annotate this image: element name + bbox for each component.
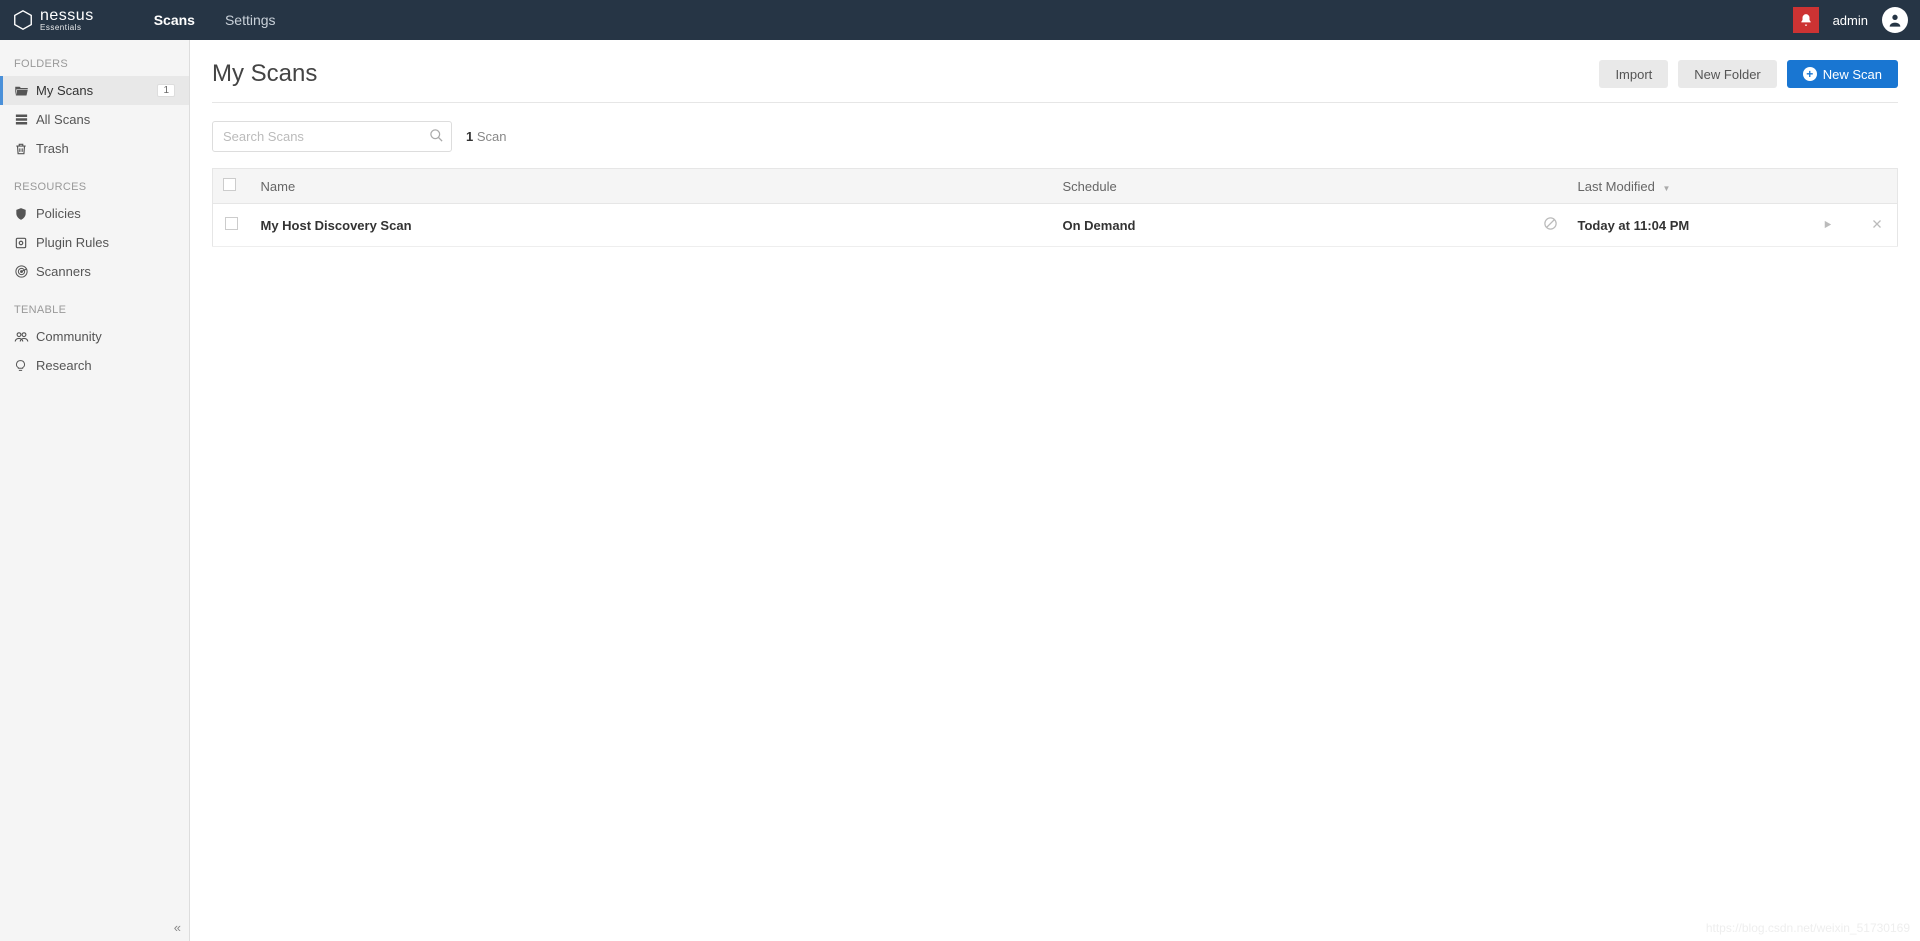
sidebar-group-folders: FOLDERS	[0, 40, 189, 76]
toolbar: 1 Scan	[212, 121, 1898, 152]
play-icon[interactable]	[1822, 219, 1833, 230]
trash-icon	[14, 142, 36, 156]
topbar-right: admin	[1793, 7, 1908, 33]
scan-count-number: 1	[466, 129, 473, 144]
plugin-icon	[14, 236, 36, 250]
person-icon	[1887, 12, 1903, 28]
col-header-delete	[1858, 169, 1898, 204]
topbar: nessus Essentials Scans Settings admin	[0, 0, 1920, 40]
col-header-run	[1798, 169, 1858, 204]
brand-tagline: Essentials	[40, 24, 94, 32]
new-folder-button[interactable]: New Folder	[1678, 60, 1776, 88]
page-title: My Scans	[212, 60, 317, 88]
sidebar-item-community[interactable]: Community	[0, 322, 189, 351]
sidebar-item-scanners[interactable]: Scanners	[0, 257, 189, 286]
search-icon[interactable]	[429, 128, 444, 146]
top-nav-scans[interactable]: Scans	[154, 12, 195, 28]
col-header-last-modified-label: Last Modified	[1578, 179, 1655, 194]
chevron-double-left-icon: «	[174, 920, 181, 935]
sidebar-group-tenable: TENABLE	[0, 286, 189, 322]
brand-logo[interactable]: nessus Essentials	[12, 8, 94, 32]
new-scan-label: New Scan	[1823, 68, 1882, 81]
sidebar-item-label: All Scans	[36, 112, 175, 127]
sidebar-badge: 1	[157, 84, 175, 97]
lightbulb-icon	[14, 358, 36, 373]
row-run-cell	[1798, 204, 1858, 247]
notifications-button[interactable]	[1793, 7, 1819, 33]
sidebar-item-my-scans[interactable]: My Scans 1	[0, 76, 189, 105]
top-nav-settings[interactable]: Settings	[225, 12, 276, 28]
row-schedule: On Demand	[1053, 204, 1533, 247]
new-scan-button[interactable]: + New Scan	[1787, 60, 1898, 88]
sort-caret-down-icon: ▼	[1662, 184, 1670, 193]
row-last-modified: Today at 11:04 PM	[1568, 204, 1798, 247]
sidebar-item-label: Plugin Rules	[36, 235, 175, 250]
main-content: My Scans Import New Folder + New Scan 1	[190, 40, 1920, 941]
page-header: My Scans Import New Folder + New Scan	[212, 60, 1898, 103]
close-icon[interactable]	[1871, 218, 1883, 230]
scans-table: Name Schedule Last Modified ▼ My H	[212, 168, 1898, 247]
col-header-name[interactable]: Name	[251, 169, 1053, 204]
sidebar-group-resources: RESOURCES	[0, 163, 189, 199]
table-row[interactable]: My Host Discovery Scan On Demand Today a…	[213, 204, 1898, 247]
community-icon	[14, 329, 36, 344]
col-header-status	[1533, 169, 1568, 204]
sidebar-item-label: Scanners	[36, 264, 175, 279]
shield-icon	[14, 207, 36, 221]
scan-count: 1 Scan	[466, 129, 507, 144]
row-select-checkbox[interactable]	[225, 217, 238, 230]
brand-name: nessus	[40, 8, 94, 24]
col-header-schedule[interactable]: Schedule	[1053, 169, 1533, 204]
user-menu[interactable]: admin	[1833, 13, 1868, 28]
sidebar-item-all-scans[interactable]: All Scans	[0, 105, 189, 134]
sidebar-item-label: Policies	[36, 206, 175, 221]
row-name[interactable]: My Host Discovery Scan	[251, 204, 1053, 247]
bell-icon	[1799, 13, 1813, 27]
col-header-last-modified[interactable]: Last Modified ▼	[1568, 169, 1798, 204]
folder-open-icon	[14, 83, 36, 98]
row-delete-cell	[1858, 204, 1898, 247]
sidebar-item-label: Research	[36, 358, 175, 373]
user-avatar[interactable]	[1882, 7, 1908, 33]
import-button[interactable]: Import	[1599, 60, 1668, 88]
sidebar: FOLDERS My Scans 1 All Scans Trash RESOU…	[0, 40, 190, 941]
radar-icon	[14, 264, 36, 279]
sidebar-item-research[interactable]: Research	[0, 351, 189, 380]
search-wrap	[212, 121, 452, 152]
plus-circle-icon: +	[1803, 67, 1817, 81]
sidebar-item-trash[interactable]: Trash	[0, 134, 189, 163]
search-input[interactable]	[212, 121, 452, 152]
select-all-checkbox[interactable]	[223, 178, 236, 191]
page-actions: Import New Folder + New Scan	[1599, 60, 1898, 88]
sidebar-item-label: Trash	[36, 141, 175, 156]
watermark: https://blog.csdn.net/weixin_51730169	[1706, 921, 1910, 935]
sidebar-item-policies[interactable]: Policies	[0, 199, 189, 228]
sidebar-collapse-toggle[interactable]: «	[174, 920, 181, 935]
stack-icon	[14, 112, 36, 127]
top-nav: Scans Settings	[154, 12, 276, 28]
table-header-row: Name Schedule Last Modified ▼	[213, 169, 1898, 204]
row-status	[1533, 204, 1568, 247]
sidebar-item-label: My Scans	[36, 83, 157, 98]
scan-count-word: Scan	[477, 129, 507, 144]
sidebar-item-label: Community	[36, 329, 175, 344]
nessus-hexagon-icon	[12, 9, 34, 31]
status-disabled-icon	[1543, 216, 1558, 231]
sidebar-item-plugin-rules[interactable]: Plugin Rules	[0, 228, 189, 257]
brand-text: nessus Essentials	[40, 8, 94, 32]
col-header-select	[213, 169, 251, 204]
row-select-cell	[213, 204, 251, 247]
